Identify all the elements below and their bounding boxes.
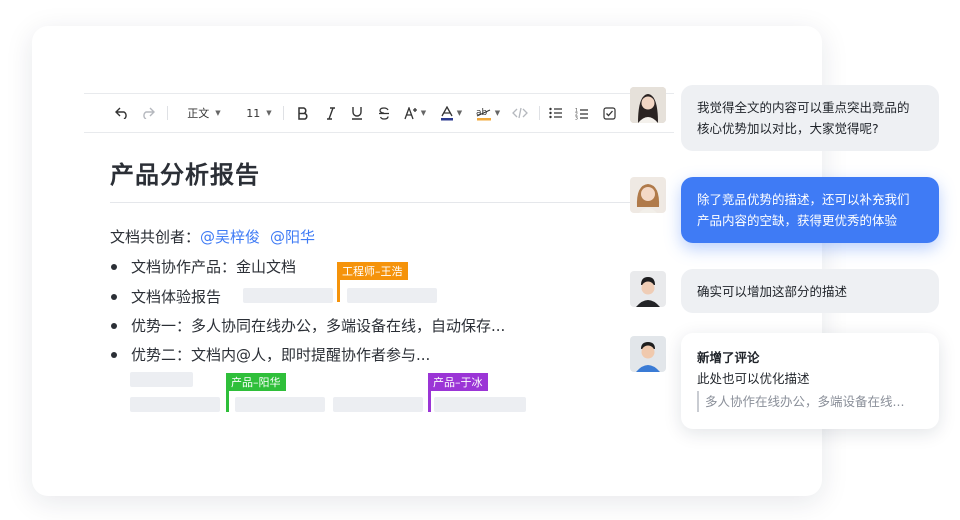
editor-toolbar: 正文 ▼ 11 ▼ ▼ ▼ ab ▼ 123	[84, 93, 674, 133]
coauthors-line: 文档共创者：@吴梓俊 @阳华	[110, 226, 315, 247]
text-placeholder	[130, 372, 193, 387]
collaborator-cursor-label: 产品–于冰	[428, 373, 488, 391]
underline-icon[interactable]	[348, 94, 366, 132]
bold-icon[interactable]	[294, 94, 312, 132]
comment-bubble[interactable]: 确实可以增加这部分的描述	[681, 269, 939, 313]
list-item: 文档体验报告	[110, 286, 221, 307]
list-item-text[interactable]: 文档体验报告	[131, 286, 221, 307]
comment-text: 确实可以增加这部分的描述	[697, 284, 848, 299]
avatar[interactable]	[630, 336, 666, 372]
checkbox-icon[interactable]	[599, 94, 619, 132]
text-placeholder	[347, 288, 437, 303]
font-color-icon[interactable]: ▼	[436, 94, 466, 132]
svg-text:3: 3	[575, 115, 578, 120]
paragraph-style-select[interactable]: 正文 ▼	[178, 94, 230, 132]
undo-icon[interactable]	[112, 94, 132, 132]
svg-text:ab: ab	[476, 108, 488, 118]
list-item: 文档协作产品：金山文档	[110, 256, 296, 277]
font-size-select[interactable]: 11 ▼	[242, 94, 276, 132]
list-item-text[interactable]: 优势一：多人协同在线办公，多端设备在线，自动保存...	[131, 315, 505, 336]
bullet-dot	[111, 322, 117, 329]
text-placeholder	[333, 397, 423, 412]
redo-icon[interactable]	[138, 94, 158, 132]
strikethrough-icon[interactable]	[375, 94, 393, 132]
font-size-value: 11	[246, 106, 261, 120]
list-item-text[interactable]: 优势二：文档内@人，即时提醒协作者参与...	[131, 344, 430, 365]
highlight-icon[interactable]: ab ▼	[472, 94, 504, 132]
list-item-text[interactable]: 文档协作产品：金山文档	[131, 256, 296, 277]
toolbar-divider	[167, 106, 168, 120]
list-item: 优势二：文档内@人，即时提醒协作者参与...	[110, 344, 430, 365]
avatar[interactable]	[630, 271, 666, 307]
paragraph-style-value: 正文	[187, 107, 210, 120]
toolbar-divider	[539, 106, 540, 120]
collaborator-cursor-label: 产品–阳华	[226, 373, 286, 391]
bullet-dot	[111, 351, 117, 358]
coauthors-label: 文档共创者：	[110, 228, 201, 246]
list-item: 优势一：多人协同在线办公，多端设备在线，自动保存...	[110, 315, 505, 336]
bullet-list-icon[interactable]	[546, 94, 566, 132]
comment-text: 我觉得全文的内容可以重点突出竞品的	[697, 100, 910, 115]
new-comment-card[interactable]: 新增了评论 此处也可以优化描述 多人协作在线办公，多端设备在线...	[681, 333, 939, 429]
comment-text: 此处也可以优化描述	[697, 371, 810, 386]
new-comment-title: 新增了评论	[697, 350, 760, 365]
italic-icon[interactable]	[322, 94, 340, 132]
comment-text: 产品内容的空缺，获得更优秀的体验	[697, 213, 898, 228]
chevron-down-icon: ▼	[266, 109, 272, 117]
bullet-dot	[111, 263, 117, 270]
text-placeholder	[434, 397, 526, 412]
collaborator-cursor-label: 工程师–王浩	[337, 262, 408, 280]
comment-bubble[interactable]: 我觉得全文的内容可以重点突出竞品的 核心优势加以对比，大家觉得呢?	[681, 85, 939, 151]
avatar[interactable]	[630, 87, 666, 123]
text-placeholder	[243, 288, 333, 303]
chevron-down-icon: ▼	[215, 109, 221, 117]
comment-text: 核心优势加以对比，大家觉得呢?	[697, 121, 879, 136]
bullet-dot	[111, 293, 117, 300]
comment-text: 除了竞品优势的描述，还可以补充我们	[697, 192, 910, 207]
avatar[interactable]	[630, 177, 666, 213]
document-title[interactable]: 产品分析报告	[110, 155, 260, 190]
text-placeholder	[130, 397, 220, 412]
toolbar-divider	[283, 106, 284, 120]
title-divider	[110, 202, 666, 203]
comment-quote: 多人协作在线办公，多端设备在线...	[697, 391, 923, 412]
mention-link[interactable]: @吴梓俊	[200, 228, 260, 246]
numbered-list-icon[interactable]: 123	[572, 94, 592, 132]
code-icon[interactable]	[509, 94, 531, 132]
text-placeholder	[235, 397, 325, 412]
mention-link[interactable]: @阳华	[270, 228, 315, 246]
comment-bubble-active[interactable]: 除了竞品优势的描述，还可以补充我们 产品内容的空缺，获得更优秀的体验	[681, 177, 939, 243]
font-size-icon[interactable]: ▼	[401, 94, 429, 132]
